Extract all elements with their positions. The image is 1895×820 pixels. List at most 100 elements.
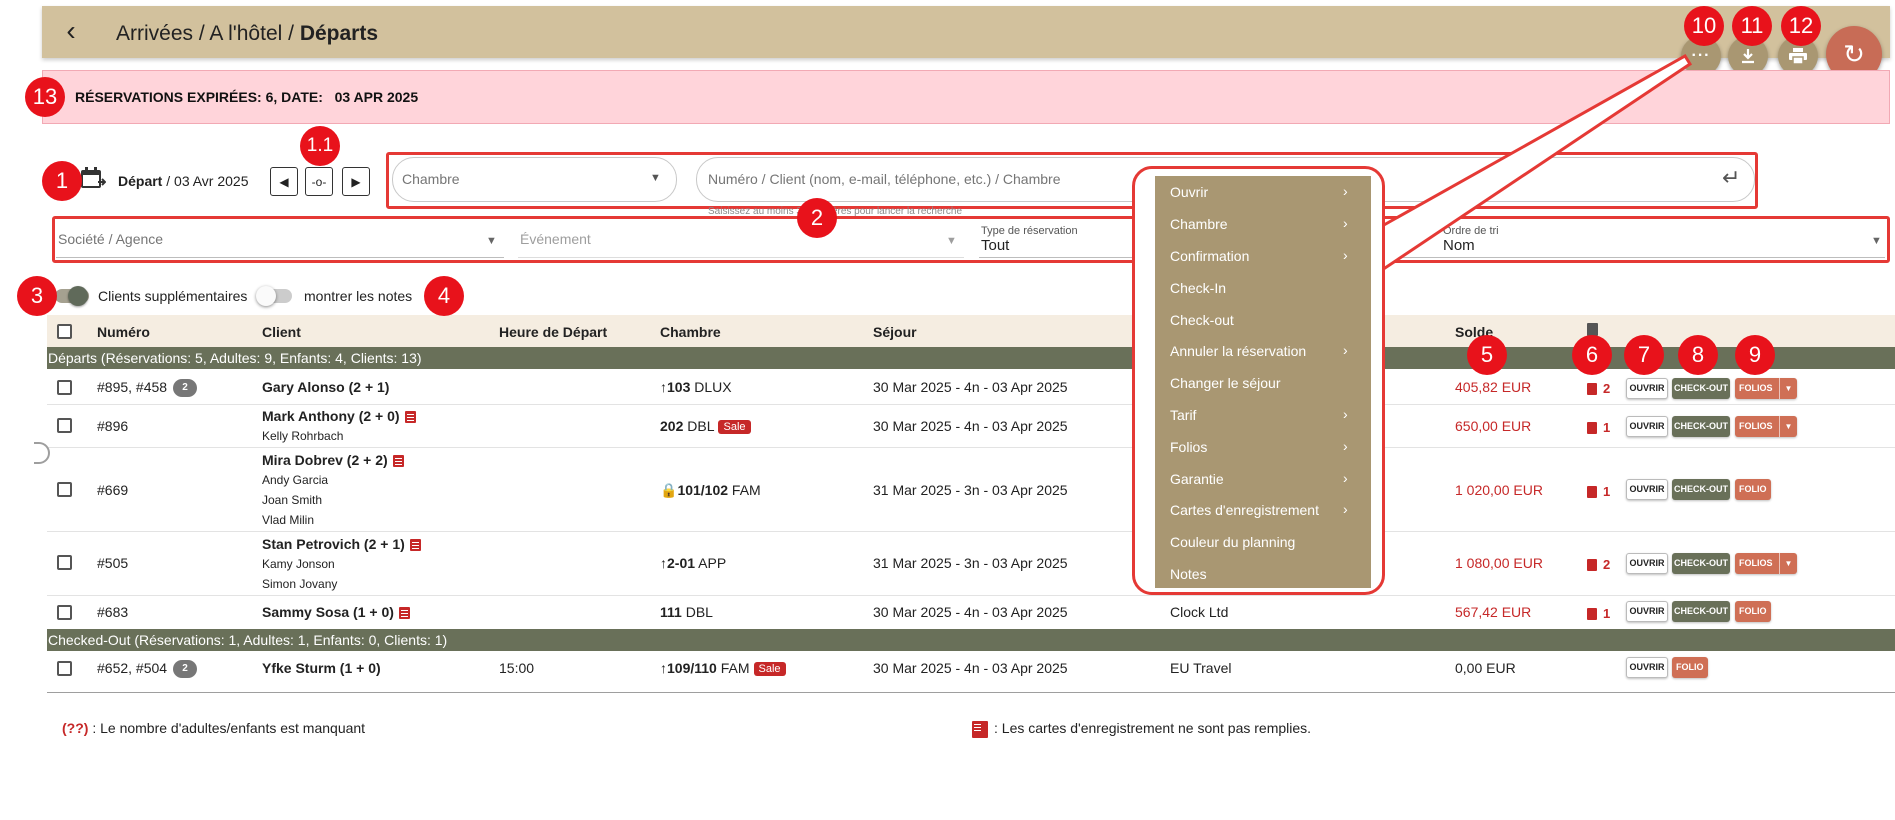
room-number: 2-01 [667, 555, 696, 571]
row-checkbox[interactable] [57, 605, 72, 620]
note-icon [409, 539, 421, 552]
menu-item-confirmation[interactable]: Confirmation [1170, 248, 1249, 264]
arrow-back-icon[interactable]: ‹ [57, 17, 85, 46]
chevron-right-icon: ▶ [351, 174, 361, 189]
col-stay[interactable]: Séjour [873, 324, 917, 340]
checkout-button[interactable]: CHECK-OUT [1672, 479, 1730, 500]
room-cell: ↑103 DLUX [660, 379, 732, 395]
note-icon [398, 607, 410, 620]
col-client[interactable]: Client [262, 324, 301, 340]
menu-item-open[interactable]: Ouvrir [1170, 184, 1208, 200]
row-checkbox[interactable] [57, 418, 72, 433]
next-day-button[interactable]: ▶ [342, 167, 370, 196]
menu-item-notes[interactable]: Notes [1170, 566, 1207, 582]
company-cell: EU Travel [1170, 660, 1232, 676]
chevron-right-icon: › [1343, 215, 1348, 231]
chevron-right-icon: › [1343, 247, 1348, 263]
room-cell: 202 DBL Sale [660, 418, 751, 435]
menu-item-planning-color[interactable]: Couleur du planning [1170, 534, 1295, 550]
room-type: DBL [683, 418, 715, 434]
menu-item-change-stay[interactable]: Changer le séjour [1170, 375, 1281, 391]
client-name[interactable]: Mark Anthony (2 + 0) [262, 408, 416, 424]
enter-icon[interactable]: ↵ [1722, 165, 1740, 191]
type-underline [979, 257, 1139, 258]
callout-6: 6 [1572, 335, 1612, 375]
caret-down-icon: ▼ [1778, 553, 1798, 574]
calendar-icon[interactable] [80, 166, 107, 192]
table-header [47, 315, 1895, 348]
folios-dropdown-button[interactable]: FOLIOS ▼ [1735, 416, 1798, 437]
checkout-button[interactable]: CHECK-OUT [1672, 601, 1730, 622]
registration-docs[interactable]: 1 [1587, 605, 1610, 623]
open-button[interactable]: OUVRIR [1626, 416, 1668, 437]
col-room[interactable]: Chambre [660, 324, 721, 340]
folio-label: FOLIOS [1739, 383, 1773, 393]
client-name[interactable]: Stan Petrovich (2 + 1) [262, 536, 421, 552]
open-button[interactable]: OUVRIR [1626, 657, 1668, 678]
event-select[interactable]: Événement [520, 231, 591, 247]
row-checkbox[interactable] [57, 661, 72, 676]
checkout-button[interactable]: CHECK-OUT [1672, 553, 1730, 574]
room-number: 101/102 [677, 482, 729, 498]
open-button[interactable]: OUVRIR [1626, 601, 1668, 622]
room-select-placeholder: Chambre [402, 171, 460, 187]
breadcrumb: Arrivées / A l'hôtel / Départs [116, 22, 379, 45]
menu-item-guarantee[interactable]: Garantie [1170, 471, 1224, 487]
docs-count: 2 [1603, 557, 1611, 572]
folio-button[interactable]: FOLIO [1735, 601, 1771, 622]
col-number[interactable]: Numéro [97, 324, 150, 340]
client-name[interactable]: Gary Alonso (2 + 1) [262, 379, 389, 395]
client-name[interactable]: Mira Dobrev (2 + 2) [262, 452, 404, 468]
balance-cell: 0,00 EUR [1455, 660, 1516, 676]
callout-pointer [1373, 53, 1693, 273]
callout-9: 9 [1735, 335, 1775, 375]
caret-down-icon: ▼ [1778, 378, 1798, 399]
reservation-number: #505 [97, 555, 129, 571]
open-button[interactable]: OUVRIR [1626, 378, 1668, 399]
docs-count: 2 [1603, 381, 1611, 396]
breadcrumb-arrivals[interactable]: Arrivées [116, 22, 193, 45]
docs-count: 1 [1603, 606, 1611, 621]
checkout-button[interactable]: CHECK-OUT [1672, 378, 1730, 399]
select-all-checkbox[interactable] [57, 324, 72, 339]
callout-7: 7 [1624, 335, 1664, 375]
company-cell: Clock Ltd [1170, 604, 1229, 620]
registration-docs[interactable]: 1 [1587, 483, 1610, 501]
registration-docs[interactable]: 2 [1587, 380, 1610, 398]
breadcrumb-in-hotel[interactable]: A l'hôtel [209, 22, 282, 45]
open-button[interactable]: OUVRIR [1626, 553, 1668, 574]
open-button[interactable]: OUVRIR [1626, 479, 1668, 500]
document-icon [1587, 607, 1597, 620]
row-checkbox[interactable] [57, 380, 72, 395]
company-select[interactable]: Société / Agence [58, 231, 163, 247]
document-icon [1587, 485, 1597, 498]
registration-docs[interactable]: 1 [1587, 419, 1610, 437]
side-drawer-handle[interactable] [34, 442, 50, 464]
menu-item-cancel-reservation[interactable]: Annuler la réservation [1170, 343, 1306, 359]
folio-button[interactable]: FOLIO [1735, 479, 1771, 500]
menu-item-room[interactable]: Chambre [1170, 216, 1228, 232]
client-name[interactable]: Sammy Sosa (1 + 0) [262, 604, 410, 620]
row-checkbox[interactable] [57, 555, 72, 570]
show-notes-label: montrer les notes [304, 288, 413, 304]
previous-day-button[interactable]: ◀ [270, 167, 298, 196]
checkout-button[interactable]: CHECK-OUT [1672, 416, 1730, 437]
menu-item-check-in[interactable]: Check-In [1170, 280, 1226, 296]
room-type: DBL [681, 604, 713, 620]
chevron-right-icon: › [1343, 470, 1348, 486]
row-checkbox[interactable] [57, 482, 72, 497]
folios-dropdown-button[interactable]: FOLIOS ▼ [1735, 378, 1798, 399]
menu-item-rate[interactable]: Tarif [1170, 407, 1196, 423]
col-departure-time[interactable]: Heure de Départ [499, 324, 607, 340]
menu-item-folios[interactable]: Folios [1170, 439, 1207, 455]
registration-docs[interactable]: 2 [1587, 556, 1610, 574]
docs-count: 1 [1603, 484, 1611, 499]
legend-missing-counts: (??) : Le nombre d'adultes/enfants est m… [62, 720, 365, 736]
menu-item-registration-cards[interactable]: Cartes d'enregistrement [1170, 502, 1319, 518]
client-name[interactable]: Yfke Sturm (1 + 0) [262, 660, 381, 676]
today-button[interactable]: -o- [305, 167, 333, 196]
menu-item-check-out[interactable]: Check-out [1170, 312, 1234, 328]
folios-dropdown-button[interactable]: FOLIOS ▼ [1735, 553, 1798, 574]
reservation-type-select[interactable]: Tout [981, 237, 1009, 254]
folio-button[interactable]: FOLIO [1672, 657, 1708, 678]
